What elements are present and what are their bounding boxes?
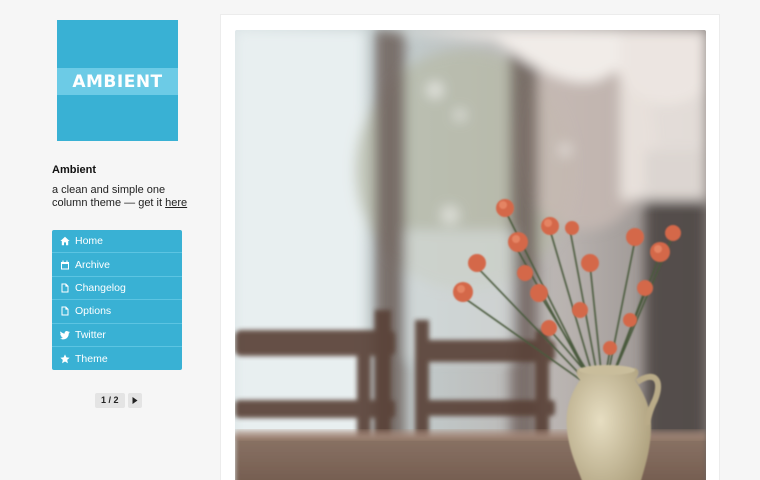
blog-description-text: a clean and simple one column theme — ge… — [52, 184, 166, 209]
nav-label-theme: Theme — [75, 352, 108, 365]
flowers-photo — [235, 30, 706, 480]
next-page-button[interactable] — [127, 393, 142, 408]
nav-item-twitter[interactable]: Twitter — [52, 324, 182, 347]
calendar-icon — [59, 259, 70, 270]
nav-label-twitter: Twitter — [75, 328, 106, 341]
twitter-icon — [59, 329, 70, 340]
logo-band: AMBIENT — [57, 68, 178, 95]
get-theme-link[interactable]: here — [165, 197, 187, 209]
blog-description: a clean and simple one column theme — ge… — [52, 184, 192, 210]
nav-label-changelog: Changelog — [75, 281, 126, 294]
nav-label-archive: Archive — [75, 258, 111, 271]
file-icon — [59, 282, 70, 293]
nav-label-options: Options — [75, 305, 112, 318]
star-icon — [59, 353, 70, 364]
pagination: 1 / 2 — [95, 393, 142, 408]
nav-label-home: Home — [75, 235, 104, 248]
nav-item-home[interactable]: Home — [52, 230, 182, 254]
photo-post — [220, 14, 720, 480]
nav-item-options[interactable]: Options — [52, 300, 182, 324]
logo-text: AMBIENT — [72, 71, 163, 92]
blog-logo[interactable]: AMBIENT — [57, 20, 178, 141]
nav-item-archive[interactable]: Archive — [52, 253, 182, 277]
nav-item-changelog[interactable]: Changelog — [52, 277, 182, 301]
blog-title: Ambient — [52, 164, 96, 176]
sidebar-nav: Home Archive Changelog Options Twitter T… — [52, 230, 182, 371]
home-icon — [59, 236, 70, 247]
nav-item-theme[interactable]: Theme — [52, 347, 182, 370]
chevron-right-icon — [132, 397, 138, 404]
post-photo[interactable] — [235, 30, 706, 480]
page-count: 1 / 2 — [95, 393, 125, 408]
file-icon — [59, 306, 70, 317]
